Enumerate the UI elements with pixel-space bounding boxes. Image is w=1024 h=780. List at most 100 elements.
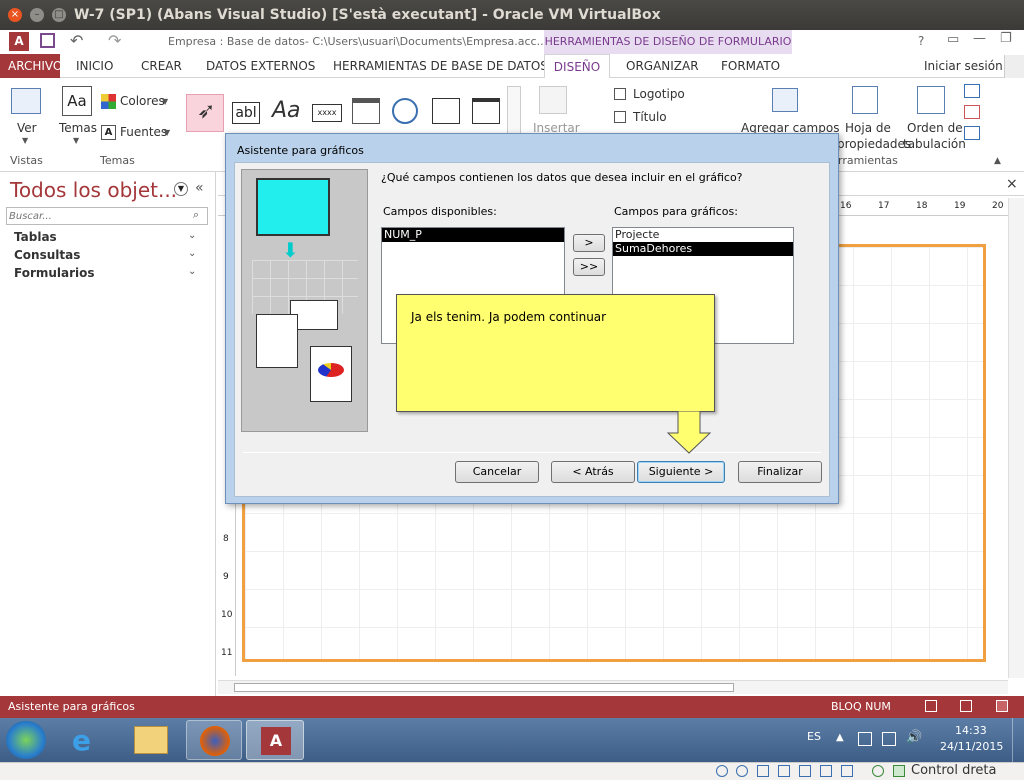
nav-collapse-icon[interactable]: « bbox=[195, 180, 204, 196]
close-icon[interactable]: × bbox=[8, 8, 22, 22]
ie-icon[interactable]: e bbox=[72, 724, 91, 757]
nav-menu-icon[interactable]: ▼ bbox=[174, 182, 188, 196]
taskbar-access[interactable]: A bbox=[246, 720, 304, 760]
finish-button[interactable]: Finalizar bbox=[738, 461, 822, 483]
vertical-scrollbar[interactable] bbox=[1008, 198, 1024, 678]
capture-icon[interactable] bbox=[872, 765, 884, 777]
taskbar-firefox[interactable] bbox=[186, 720, 242, 760]
add-all-fields-button[interactable]: >> bbox=[573, 258, 605, 276]
chevron-down-icon[interactable]: ⌄ bbox=[188, 248, 196, 259]
action-center-icon[interactable] bbox=[858, 732, 872, 746]
chevron-down-icon[interactable]: ▼ bbox=[22, 136, 28, 145]
list-item[interactable]: SumaDehores bbox=[613, 242, 793, 256]
ruler-mark: 18 bbox=[916, 201, 928, 211]
form-view-icon[interactable] bbox=[925, 700, 937, 712]
temas-button[interactable]: Temas bbox=[59, 121, 97, 135]
usb-icon[interactable] bbox=[799, 765, 811, 777]
explorer-icon[interactable] bbox=[134, 726, 168, 754]
start-button[interactable] bbox=[6, 721, 46, 759]
chevron-down-icon[interactable]: ▼ bbox=[164, 128, 170, 137]
fuentes-button[interactable]: Fuentes bbox=[120, 125, 167, 139]
shared-folders-icon[interactable] bbox=[820, 765, 832, 777]
web-browser-icon[interactable] bbox=[432, 98, 460, 124]
insert-image-icon bbox=[539, 86, 567, 114]
titulo-button[interactable]: Título bbox=[633, 110, 667, 124]
volume-icon[interactable]: 🔊 bbox=[906, 730, 922, 745]
nav-search-input[interactable] bbox=[9, 209, 185, 223]
subform-icon[interactable] bbox=[964, 84, 980, 98]
logotipo-button[interactable]: Logotipo bbox=[633, 87, 685, 101]
nav-group-consultas[interactable]: Consultas bbox=[14, 248, 80, 262]
minimize-app-icon[interactable]: — bbox=[973, 31, 986, 46]
button-control-icon[interactable]: xxxx bbox=[312, 104, 342, 122]
cancel-button[interactable]: Cancelar bbox=[455, 461, 539, 483]
tab-inicio[interactable]: INICIO bbox=[68, 54, 121, 78]
help-icon[interactable]: ? bbox=[918, 34, 924, 48]
tab-datos-externos[interactable]: DATOS EXTERNOS bbox=[198, 54, 323, 78]
access-icon: A bbox=[261, 727, 291, 755]
navigation-control-icon[interactable] bbox=[472, 98, 500, 124]
hdd-icon[interactable] bbox=[716, 765, 728, 777]
orden-tabulacion-button[interactable]: Orden de bbox=[907, 121, 963, 135]
display-icon[interactable] bbox=[841, 765, 853, 777]
add-field-button[interactable]: > bbox=[573, 234, 605, 252]
tab-crear[interactable]: CREAR bbox=[133, 54, 190, 78]
language-indicator[interactable]: ES bbox=[807, 730, 821, 743]
tab-control-icon[interactable] bbox=[352, 98, 380, 124]
nav-title[interactable]: Todos los objet... bbox=[10, 178, 177, 202]
save-icon[interactable] bbox=[40, 33, 55, 48]
hoja-propiedades-button-2[interactable]: propiedades bbox=[837, 137, 911, 151]
list-item[interactable]: NUM_P bbox=[382, 228, 564, 242]
chart-fields-label: Campos para gráficos: bbox=[614, 205, 738, 218]
hoja-propiedades-button[interactable]: Hoja de bbox=[845, 121, 891, 135]
network-icon[interactable] bbox=[882, 732, 896, 746]
clock-time[interactable]: 14:33 bbox=[955, 724, 987, 737]
horizontal-scrollbar[interactable] bbox=[218, 680, 1008, 694]
undo-icon[interactable]: ↶ bbox=[70, 31, 83, 50]
select-pointer-button[interactable]: ➶ bbox=[186, 94, 224, 132]
signin-link[interactable]: Iniciar sesión bbox=[916, 54, 1011, 78]
maximize-icon[interactable]: □ bbox=[52, 8, 66, 22]
show-hidden-icon[interactable]: ▲ bbox=[836, 732, 844, 743]
chevron-down-icon[interactable]: ▼ bbox=[162, 97, 168, 106]
nav-group-formularios[interactable]: Formularios bbox=[14, 266, 95, 280]
tab-organizar[interactable]: ORGANIZAR bbox=[618, 54, 707, 78]
view-code-icon[interactable] bbox=[964, 105, 980, 119]
back-button[interactable]: < Atrás bbox=[551, 461, 635, 483]
tab-herramientas-bd[interactable]: HERRAMIENTAS DE BASE DE DATOS bbox=[325, 54, 556, 78]
chevron-down-icon[interactable]: ▼ bbox=[73, 136, 79, 145]
orden-tabulacion-button-2[interactable]: tabulación bbox=[903, 137, 966, 151]
show-desktop-button[interactable] bbox=[1012, 718, 1024, 762]
ver-button[interactable]: Ver bbox=[17, 121, 37, 135]
next-button[interactable]: Siguiente > bbox=[637, 461, 725, 483]
textbox-control-icon[interactable]: abl bbox=[232, 102, 260, 124]
search-icon[interactable]: ⌕ bbox=[193, 208, 199, 222]
network-adapter-icon[interactable] bbox=[778, 765, 790, 777]
host-key-icon[interactable] bbox=[893, 765, 905, 777]
restore-app-icon[interactable]: ❐ bbox=[1000, 31, 1012, 46]
chevron-down-icon[interactable]: ⌄ bbox=[188, 230, 196, 241]
optical-drive-icon[interactable] bbox=[736, 765, 748, 777]
ruler-mark: 10 bbox=[221, 610, 233, 620]
convert-macros-icon[interactable] bbox=[964, 126, 980, 140]
label-control-icon[interactable]: Aa bbox=[272, 98, 301, 123]
redo-icon[interactable]: ↷ bbox=[108, 31, 121, 50]
layout-view-icon[interactable] bbox=[960, 700, 972, 712]
ribbon-display-icon[interactable]: ▭ bbox=[947, 32, 959, 47]
collapse-ribbon-icon[interactable]: ▲ bbox=[994, 156, 1001, 166]
chevron-down-icon[interactable]: ⌄ bbox=[188, 266, 196, 277]
tab-archivo[interactable]: ARCHIVO bbox=[0, 54, 62, 78]
tab-diseno[interactable]: DISEÑO bbox=[544, 54, 610, 78]
numlock-indicator: BLOQ NUM bbox=[831, 700, 891, 713]
colores-button[interactable]: Colores bbox=[120, 94, 165, 108]
list-item[interactable]: Projecte bbox=[613, 228, 793, 242]
audio-icon[interactable] bbox=[757, 765, 769, 777]
design-view-icon[interactable] bbox=[996, 700, 1008, 712]
hyperlink-icon[interactable] bbox=[392, 98, 418, 124]
nav-group-tablas[interactable]: Tablas bbox=[14, 230, 57, 244]
close-form-icon[interactable]: × bbox=[1006, 176, 1018, 192]
scrollbar-thumb[interactable] bbox=[234, 683, 734, 692]
tab-formato[interactable]: FORMATO bbox=[713, 54, 788, 78]
clock-date[interactable]: 24/11/2015 bbox=[940, 740, 1003, 753]
minimize-icon[interactable]: – bbox=[30, 8, 44, 22]
